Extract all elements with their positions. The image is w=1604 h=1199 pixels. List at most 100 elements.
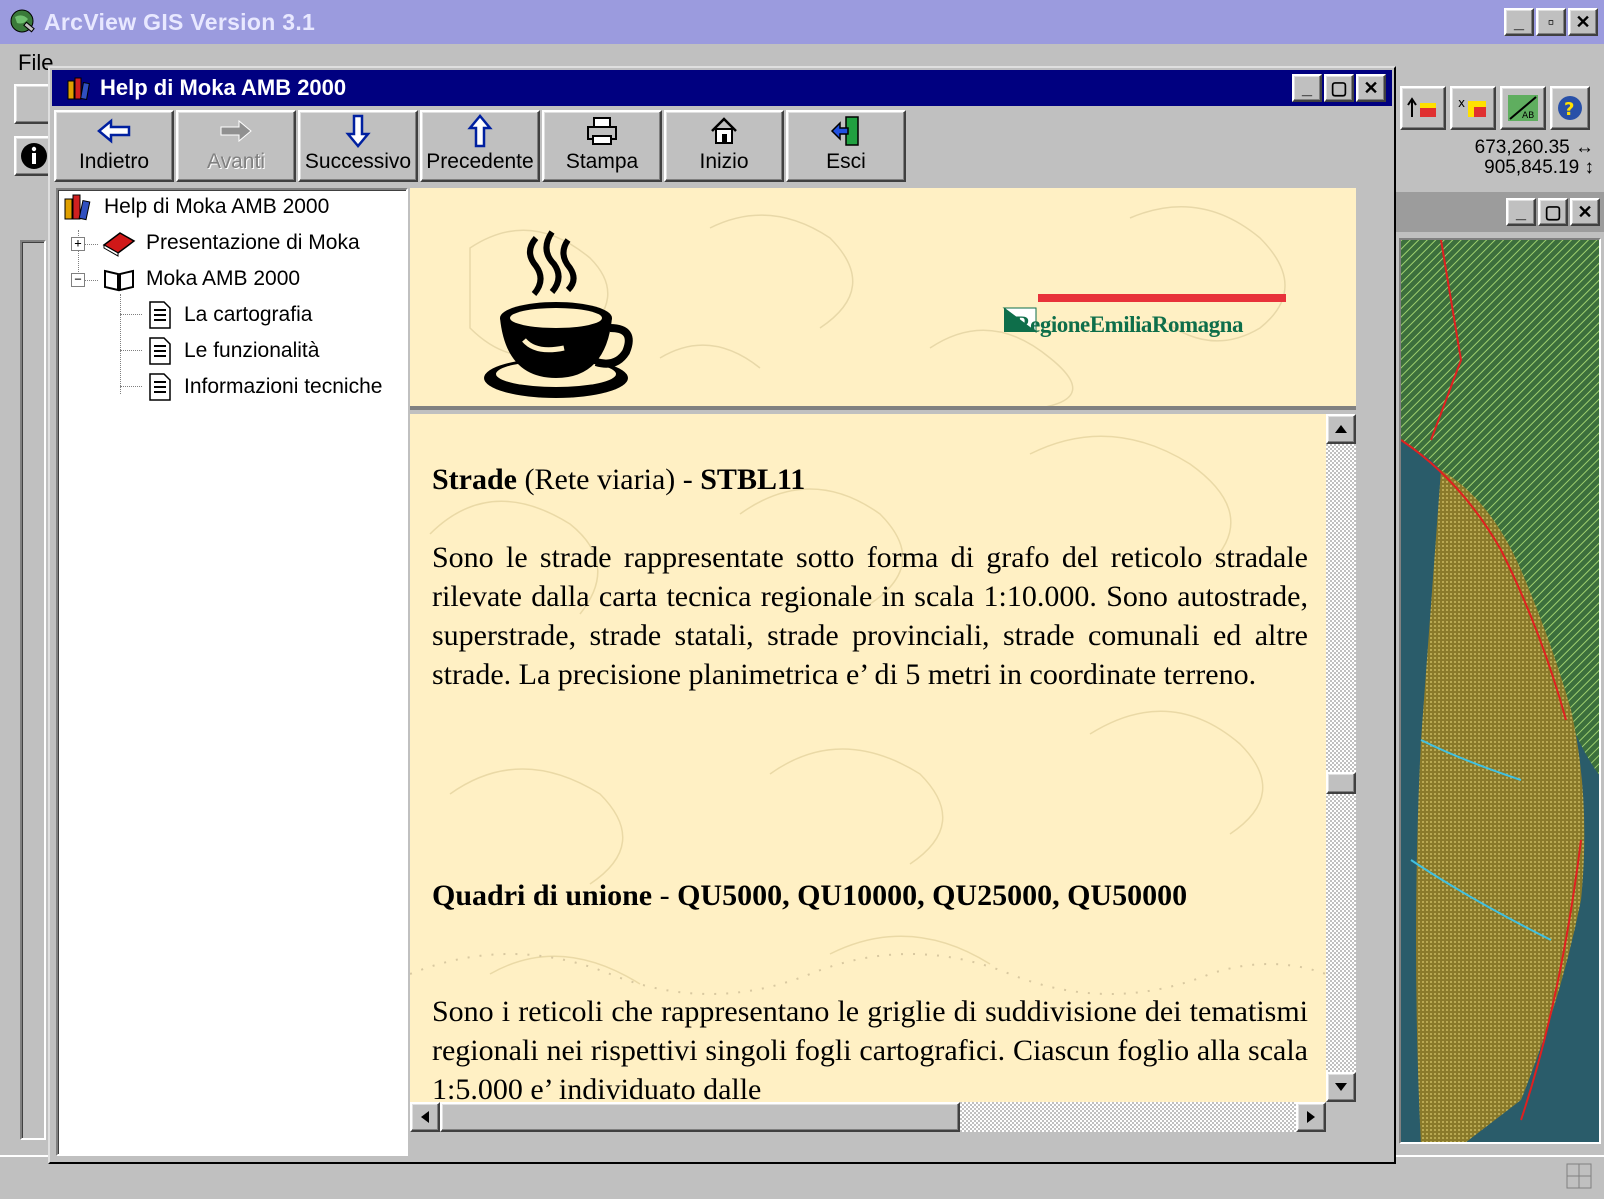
previous-label: Precedente: [426, 150, 534, 173]
project-window-edge: [20, 240, 46, 1140]
restore-button[interactable]: ▫: [1536, 8, 1566, 36]
tree-label-root: Help di Moka AMB 2000: [104, 195, 330, 218]
theme-filter-button[interactable]: x: [1450, 86, 1496, 130]
map-view-titlebar: _ ▢ ✕: [1393, 192, 1604, 232]
map-canvas[interactable]: [1399, 238, 1601, 1144]
previous-button[interactable]: Precedente: [420, 110, 540, 182]
tree-item-root[interactable]: Help di Moka AMB 2000: [60, 192, 329, 222]
arrow-up-icon: [467, 114, 493, 148]
resize-grip-icon[interactable]: [1566, 1163, 1592, 1189]
strade-title-rest: (Rete viaria) -: [517, 463, 701, 496]
minimize-button[interactable]: _: [1504, 8, 1534, 36]
label-tool-button[interactable]: AB: [1500, 86, 1546, 130]
map-graphic: [1401, 240, 1599, 1142]
quadri-title-rest: -: [652, 879, 678, 912]
tree-item-moka[interactable]: Moka AMB 2000: [102, 264, 300, 294]
tree-label-presentazione: Presentazione di Moka: [146, 231, 360, 254]
print-label: Stampa: [565, 150, 639, 173]
forward-button[interactable]: Avanti: [176, 110, 296, 182]
tree-label-funzionalita: Le funzionalità: [184, 339, 320, 362]
back-label: Indietro: [78, 150, 150, 173]
books-icon: [64, 194, 91, 221]
page-icon: [149, 301, 171, 329]
content-vertical-scrollbar[interactable]: [1326, 414, 1356, 1102]
theme-up-button[interactable]: [1400, 86, 1446, 130]
closed-book-icon: [102, 232, 136, 257]
tree-label-informazioni: Informazioni tecniche: [184, 375, 383, 398]
content-horizontal-scrollbar[interactable]: [410, 1102, 1326, 1132]
tree-item-presentazione[interactable]: Presentazione di Moka: [102, 228, 360, 258]
help-close-button[interactable]: ✕: [1356, 74, 1386, 102]
quadri-heading: Quadri di unione - QU5000, QU10000, QU25…: [432, 876, 1308, 915]
help-maximize-button[interactable]: ▢: [1324, 74, 1354, 102]
arcview-titlebar: ArcView GIS Version 3.1 _ ▫ ✕: [0, 0, 1604, 44]
map-view-window: _ ▢ ✕: [1393, 192, 1604, 1152]
label-tool-icon: AB: [1508, 95, 1538, 121]
scroll-right-arrow-icon: [1307, 1111, 1315, 1123]
logo-red-bar: [1038, 294, 1286, 302]
exit-icon: [830, 116, 859, 146]
scroll-down-arrow-icon: [1335, 1083, 1347, 1091]
strade-body: Sono le strade rappresentate sotto forma…: [432, 541, 1308, 691]
help-toolbar: Indietro Avanti Successivo Precedente St…: [54, 110, 906, 186]
map-maximize-button[interactable]: ▢: [1538, 198, 1568, 226]
help-title: Help di Moka AMB 2000: [100, 75, 347, 100]
quadri-title-bold: Quadri di unione: [432, 879, 653, 912]
exit-label: Esci: [826, 150, 866, 173]
tree-item-informazioni[interactable]: Informazioni tecniche: [144, 372, 382, 402]
tree-item-cartografia[interactable]: La cartografia: [144, 300, 312, 330]
contents-tree: Help di Moka AMB 2000 + Presentazione di…: [56, 188, 408, 1156]
expand-presentazione-button[interactable]: +: [71, 237, 85, 251]
open-book-icon: [104, 269, 134, 292]
scroll-down-button[interactable]: [1326, 1072, 1356, 1102]
tree-label-cartografia: La cartografia: [184, 303, 313, 326]
back-button[interactable]: Indietro: [54, 110, 174, 182]
tree-item-funzionalita[interactable]: Le funzionalità: [144, 336, 319, 366]
coordinate-y: 905,845.19 ↕: [1484, 157, 1594, 178]
arcview-toolbar-right: x AB ?: [1400, 86, 1590, 130]
strade-code: STBL11: [700, 463, 806, 496]
next-button[interactable]: Successivo: [298, 110, 418, 182]
help-minimize-button[interactable]: _: [1292, 74, 1322, 102]
coffee-cup-logo: [484, 230, 633, 398]
help-titlebar: Help di Moka AMB 2000 _ ▢ ✕: [52, 70, 1392, 106]
coordinate-x: 673,260.35 ↔: [1474, 137, 1594, 158]
horizontal-scroll-thumb[interactable]: [440, 1102, 960, 1132]
forward-label: Avanti: [207, 150, 265, 173]
scroll-left-button[interactable]: [410, 1102, 440, 1132]
vertical-scroll-thumb[interactable]: [1326, 772, 1356, 794]
theme-filter-icon: x: [1458, 96, 1486, 117]
help-tool-button[interactable]: ?: [1550, 86, 1590, 130]
scroll-left-arrow-icon: [421, 1111, 429, 1123]
help-banner: RegioneEmiliaRomagna: [410, 188, 1356, 410]
region-logo-text: RegioneEmiliaRomagna: [1014, 312, 1243, 337]
arrow-right-icon: [220, 119, 252, 143]
close-button[interactable]: ✕: [1568, 8, 1598, 36]
tree-label-moka: Moka AMB 2000: [146, 267, 301, 290]
theme-up-icon: [1407, 97, 1436, 117]
svg-text:?: ?: [1564, 99, 1574, 120]
home-label: Inizio: [699, 150, 749, 173]
quadri-body: Sono i reticoli che rappresentano le gri…: [432, 995, 1308, 1102]
map-close-button[interactable]: ✕: [1570, 198, 1600, 226]
exit-button[interactable]: Esci: [786, 110, 906, 182]
info-icon: [21, 143, 47, 169]
strade-heading: Strade (Rete viaria) - STBL11: [432, 460, 805, 499]
printer-icon: [587, 117, 617, 145]
arcview-title: ArcView GIS Version 3.1: [44, 8, 316, 35]
scroll-up-arrow-icon: [1335, 425, 1347, 433]
collapse-moka-button[interactable]: −: [71, 273, 85, 287]
quadri-codes: QU5000, QU10000, QU25000, QU50000: [677, 879, 1188, 912]
scroll-up-button[interactable]: [1326, 414, 1356, 444]
arrow-left-icon: [97, 118, 131, 144]
map-minimize-button[interactable]: _: [1506, 198, 1536, 226]
page-icon: [149, 337, 171, 365]
page-icon: [149, 373, 171, 401]
arrow-down-icon: [345, 114, 371, 148]
scroll-right-button[interactable]: [1296, 1102, 1326, 1132]
print-button[interactable]: Stampa: [542, 110, 662, 182]
help-topic-content[interactable]: Strade (Rete viaria) - STBL11 Sono le st…: [410, 414, 1326, 1102]
scrollbar-corner: [1326, 1102, 1356, 1132]
home-button[interactable]: Inizio: [664, 110, 784, 182]
help-books-icon: [67, 77, 90, 100]
